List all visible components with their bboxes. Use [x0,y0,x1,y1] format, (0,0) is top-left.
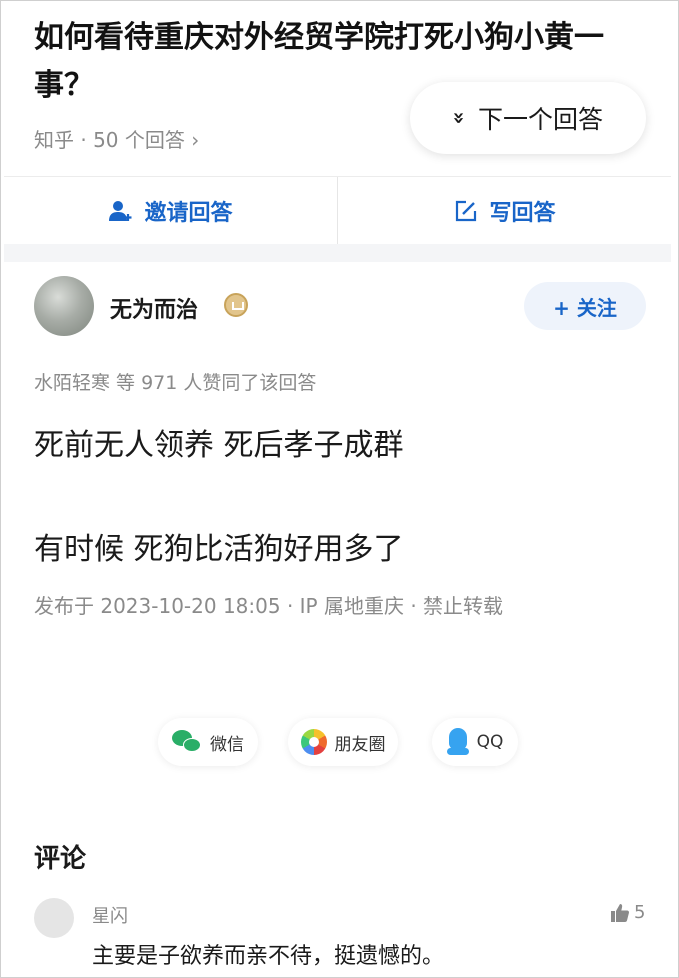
share-moments-label: 朋友圈 [334,734,386,755]
write-answer-label: 写回答 [489,201,556,226]
comment-like-count: 5 [634,902,646,923]
question-meta-link[interactable]: 知乎 · 50 个回答 › [34,124,199,153]
chevrons-down-icon: » [447,111,472,125]
write-answer-button[interactable]: 写回答 [337,177,671,245]
wechat-icon [172,730,202,754]
author-avatar[interactable] [34,276,94,336]
upvote-summary: 水陌轻寒 等 971 人赞同了该回答 [34,372,317,394]
comment-text: 主要是子欲养而亲不待，挺遗憾的。 [92,944,445,969]
section-divider [4,244,671,262]
share-qq-label: QQ [476,732,504,752]
moments-icon [300,729,327,755]
invite-user-icon [109,201,132,221]
invite-answer-label: 邀请回答 [144,201,233,226]
publish-info: 发布于 2023-10-20 18:05 · IP 属地重庆 · 禁止转载 [34,594,504,618]
author-name[interactable]: 无为而治 [110,292,198,324]
comments-heading: 评论 [34,844,87,874]
share-wechat-label: 微信 [210,734,244,755]
share-moments-button[interactable]: 朋友圈 [288,718,398,766]
next-answer-button[interactable]: » 下一个回答 [410,82,646,154]
answer-content-line: 死前无人领养 死后孝子成群 [34,428,404,463]
qq-icon [446,728,469,756]
answer-content-line: 有时候 死狗比活狗好用多了 [34,532,404,567]
share-wechat-button[interactable]: 微信 [158,718,258,766]
invite-answer-button[interactable]: 邀请回答 [4,177,337,245]
next-answer-label: 下一个回答 [477,105,603,134]
comment-avatar[interactable] [34,898,74,938]
comment-username[interactable]: 星闪 [92,902,128,928]
share-qq-button[interactable]: QQ [432,718,518,766]
comment-like-button[interactable]: 5 [610,902,645,923]
edit-icon [456,200,477,222]
answer-action-bar: 邀请回答 写回答 [4,176,671,245]
thumbs-up-icon [611,903,630,922]
follow-button[interactable]: + 关注 [524,282,646,330]
badge-icon [224,293,248,317]
